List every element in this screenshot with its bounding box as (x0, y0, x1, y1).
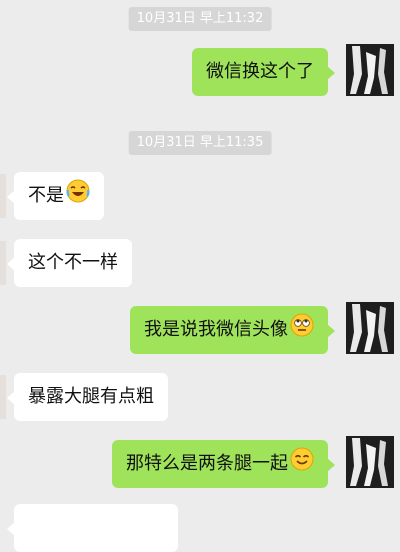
message-text: 微信换这个了 (206, 61, 314, 82)
sent-message-bubble[interactable]: 那特么是两条腿一起 (112, 440, 335, 490)
timestamp: 10月31日 早上11:35 (128, 131, 272, 155)
message-text: 这个不一样 (28, 252, 118, 273)
eye-roll-emoji-icon (290, 308, 314, 356)
contact-avatar-edge (0, 241, 6, 285)
chat-thread: 10月31日 早上11:32 微信换这个了 10月31日 早上11:35 不是 (0, 0, 400, 552)
received-message-bubble-partial[interactable] (7, 504, 178, 552)
contact-avatar-edge (0, 375, 6, 419)
message-text: 我是说我微信头像 (144, 319, 288, 340)
message-text: 那特么是两条腿一起 (126, 453, 288, 474)
avatar-image (346, 302, 394, 354)
contact-avatar-edge (0, 174, 6, 218)
sent-message-bubble[interactable]: 我是说我微信头像 (130, 306, 335, 356)
user-avatar[interactable] (346, 436, 394, 488)
avatar-image (346, 436, 394, 488)
received-message-bubble[interactable]: 暴露大腿有点粗 (7, 373, 168, 421)
avatar-image (346, 44, 394, 96)
timestamp: 10月31日 早上11:32 (128, 7, 272, 31)
message-text: 不是 (28, 185, 64, 206)
laughing-crying-emoji-icon (66, 174, 90, 222)
user-avatar[interactable] (346, 44, 394, 96)
message-text: 暴露大腿有点粗 (28, 386, 154, 407)
received-message-bubble[interactable]: 不是 (7, 172, 104, 222)
user-avatar[interactable] (346, 302, 394, 354)
smile-emoji-icon (290, 442, 314, 490)
received-message-bubble[interactable]: 这个不一样 (7, 239, 132, 287)
sent-message-bubble[interactable]: 微信换这个了 (192, 48, 335, 96)
